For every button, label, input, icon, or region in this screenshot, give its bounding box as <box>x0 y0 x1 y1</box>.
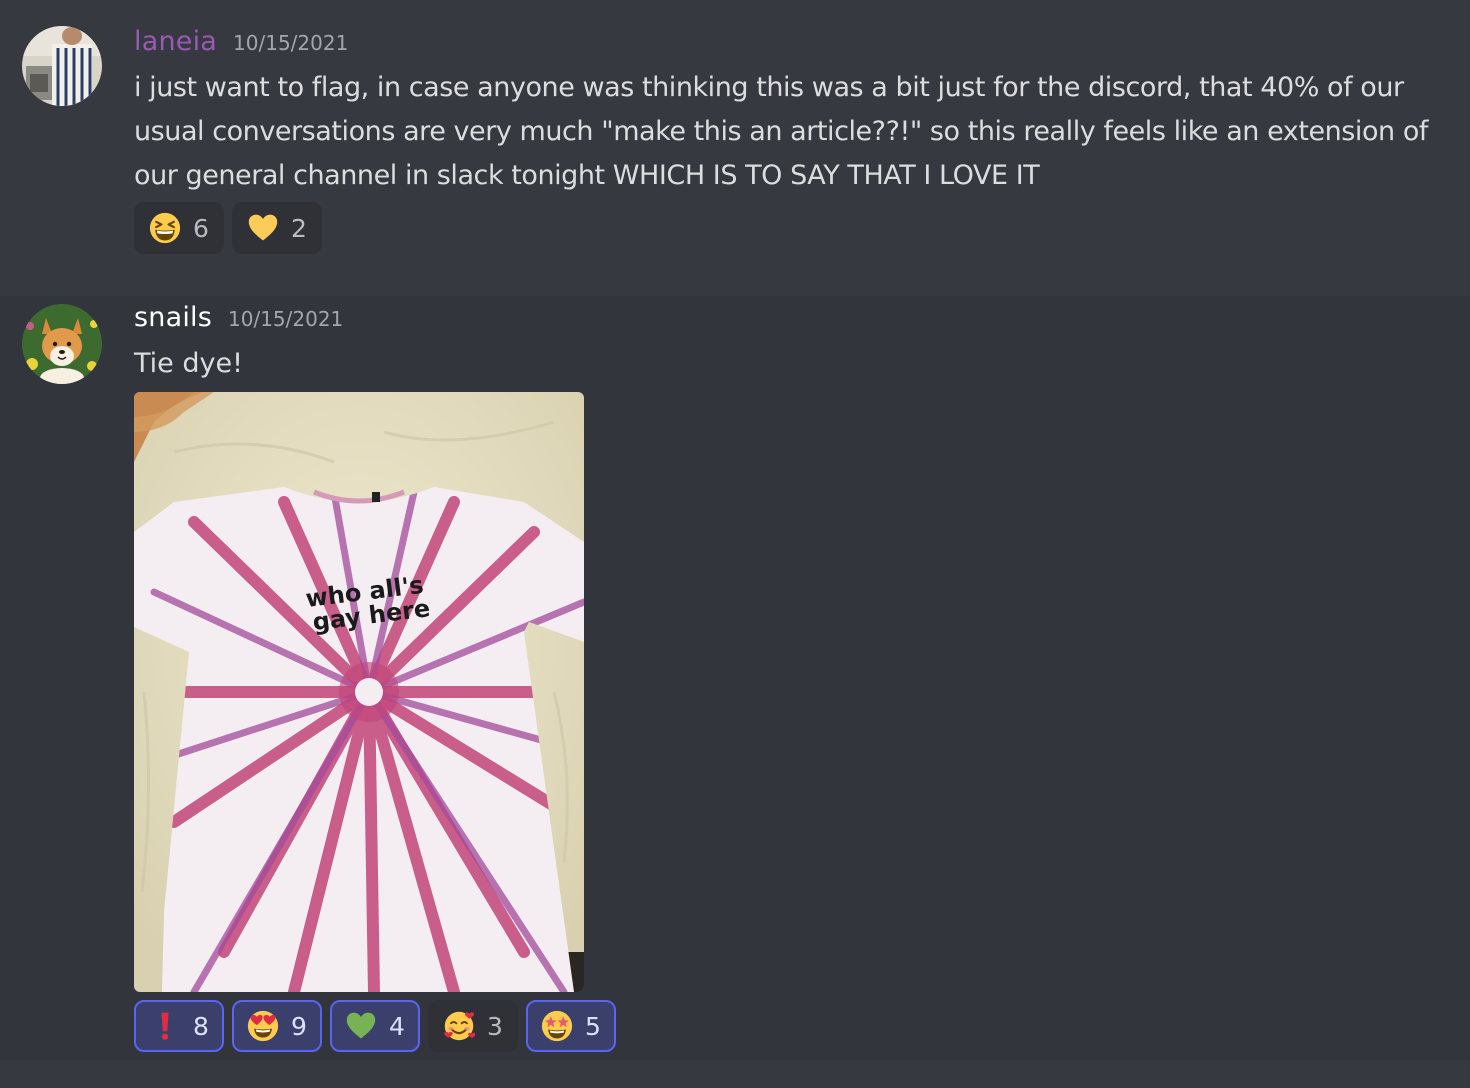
timestamp: 10/15/2021 <box>228 307 344 331</box>
reaction-bar: 6 2 <box>134 202 322 254</box>
message-text: i just want to flag, in case anyone was … <box>134 72 1428 191</box>
reaction-count: 9 <box>291 1011 307 1041</box>
chat-log: laneia 10/15/2021 i just want to flag, i… <box>0 0 1470 1088</box>
tie-dye-shirt-photo: who all's gay here <box>134 392 584 992</box>
reaction-smiling-hearts[interactable]: 3 <box>428 1000 518 1052</box>
reaction-count: 6 <box>193 213 209 243</box>
message-snails[interactable]: snails 10/15/2021 Tie dye! who all's gay… <box>0 296 1470 1060</box>
reaction-count: 3 <box>487 1011 503 1041</box>
avatar-laneia[interactable] <box>22 26 102 106</box>
laughing-emoji-icon <box>149 212 181 244</box>
username[interactable]: laneia <box>134 26 217 57</box>
smiling-face-with-hearts-icon <box>444 1011 476 1041</box>
message-header: laneia 10/15/2021 <box>134 26 348 57</box>
timestamp: 10/15/2021 <box>233 31 349 55</box>
reaction-green-heart[interactable]: 4 <box>330 1000 420 1052</box>
reaction-count: 4 <box>389 1011 405 1041</box>
username[interactable]: snails <box>134 302 212 333</box>
message-laneia[interactable]: laneia 10/15/2021 i just want to flag, i… <box>0 0 1470 296</box>
reaction-count: 8 <box>193 1011 209 1041</box>
star-struck-icon <box>541 1010 573 1042</box>
green-heart-icon <box>346 1012 376 1039</box>
avatar-snails-image <box>22 304 102 384</box>
reaction-star-struck[interactable]: 5 <box>526 1000 616 1052</box>
image-attachment[interactable]: who all's gay here <box>134 392 584 992</box>
reaction-exclamation[interactable]: 8 <box>134 1000 224 1052</box>
avatar-snails[interactable] <box>22 304 102 384</box>
heart-eyes-icon <box>247 1010 279 1042</box>
chat-bottom-spacer <box>0 1060 1470 1088</box>
reaction-count: 5 <box>585 1011 601 1041</box>
yellow-heart-icon <box>248 214 278 241</box>
message-text: Tie dye! <box>134 348 243 379</box>
reaction-yellow-heart[interactable]: 2 <box>232 202 322 254</box>
exclamation-icon <box>161 1012 169 1040</box>
avatar-laneia-image <box>22 26 102 106</box>
reaction-bar: 8 9 4 3 5 <box>134 1000 616 1052</box>
reaction-laughing[interactable]: 6 <box>134 202 224 254</box>
reaction-count: 2 <box>291 213 307 243</box>
message-header: snails 10/15/2021 <box>134 302 343 333</box>
reaction-heart-eyes[interactable]: 9 <box>232 1000 322 1052</box>
